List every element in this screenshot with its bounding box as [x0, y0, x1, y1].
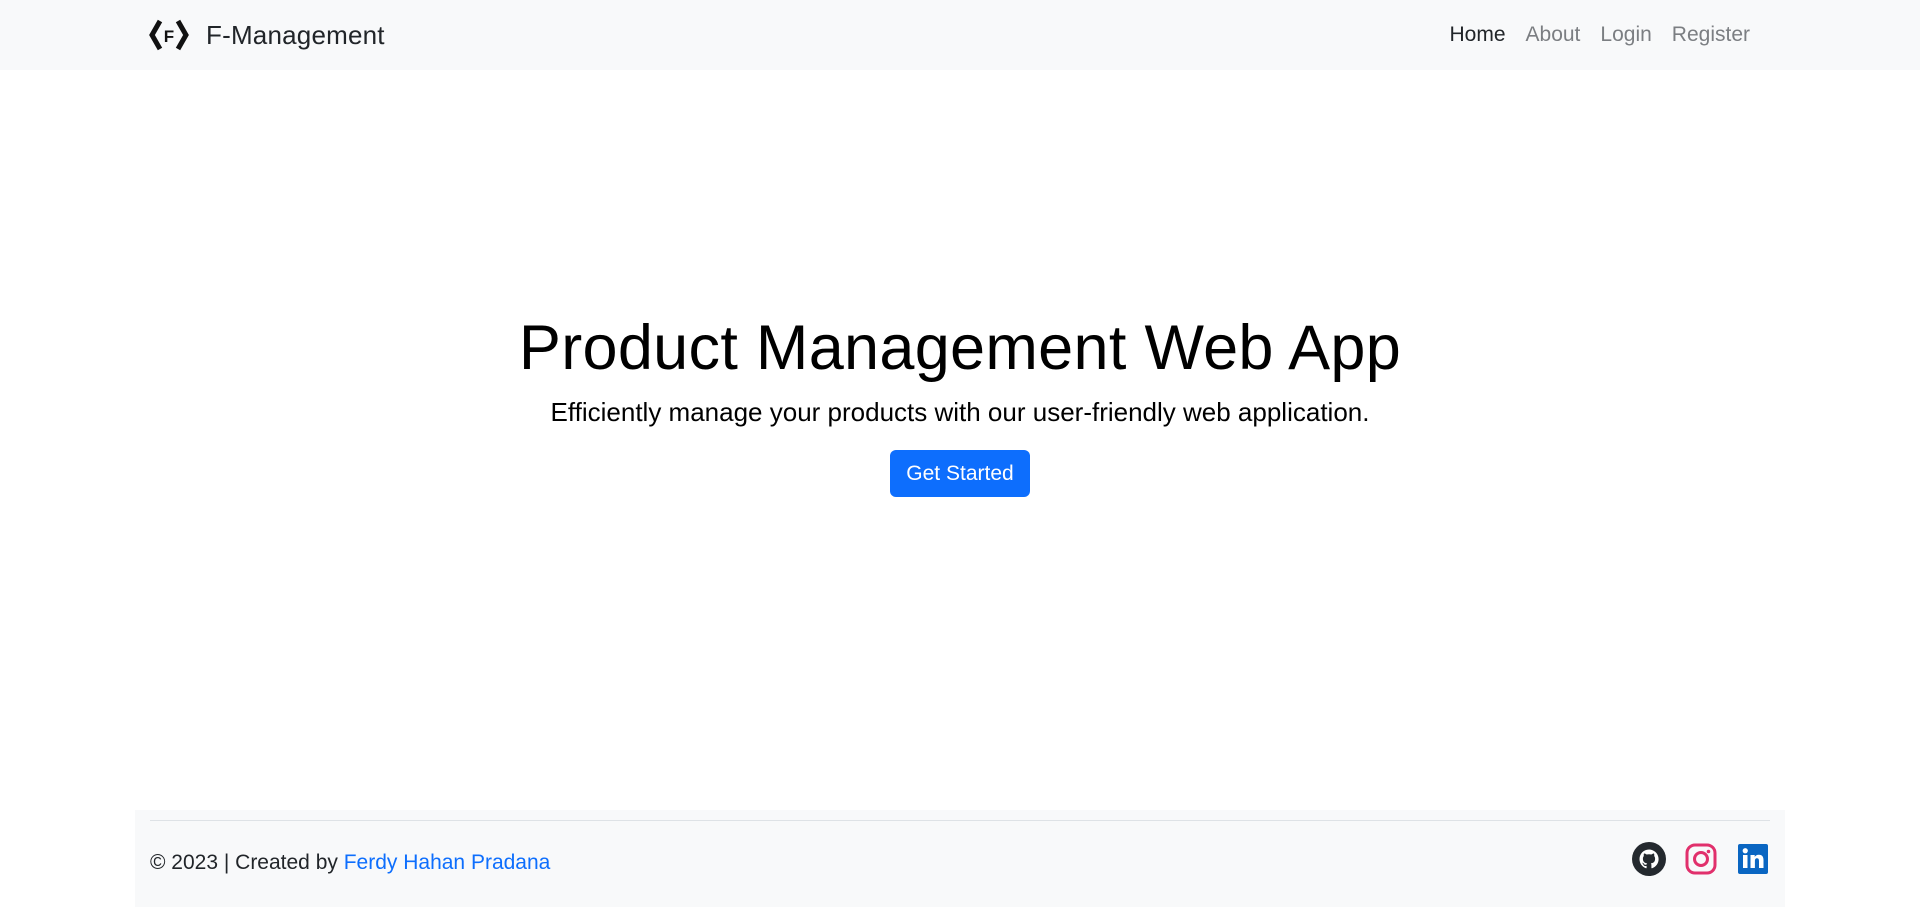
github-icon [1632, 842, 1666, 876]
brand-logo-icon: F [149, 19, 189, 51]
linkedin-icon [1738, 844, 1768, 874]
github-link[interactable] [1632, 842, 1666, 876]
get-started-button[interactable]: Get Started [890, 450, 1030, 497]
nav-link-register[interactable]: Register [1662, 23, 1760, 47]
footer-credits: © 2023 | Created by Ferdy Hahan Pradana [150, 848, 550, 878]
nav-link-about[interactable]: About [1516, 23, 1591, 47]
hero-section: Product Management Web App Efficiently m… [0, 310, 1920, 497]
brand-link[interactable]: F F-Management [148, 15, 385, 55]
footer-divider [150, 820, 1770, 821]
copyright-text: © 2023 | Created by [150, 851, 344, 874]
nav-link-login[interactable]: Login [1590, 23, 1661, 47]
hero-title: Product Management Web App [518, 313, 1402, 383]
navbar: F F-Management Home About Login Register [0, 0, 1920, 70]
instagram-link[interactable] [1684, 842, 1718, 876]
instagram-icon [1685, 843, 1717, 875]
nav-item-login: Login [1590, 23, 1661, 47]
svg-text:F: F [164, 27, 174, 46]
social-links [1632, 842, 1770, 876]
linkedin-link[interactable] [1736, 842, 1770, 876]
hero-subtitle: Efficiently manage your products with ou… [550, 397, 1370, 427]
nav-link-home[interactable]: Home [1439, 23, 1515, 47]
nav-item-register: Register [1662, 23, 1760, 47]
brand-name: F-Management [206, 19, 385, 50]
footer: © 2023 | Created by Ferdy Hahan Pradana [135, 810, 1785, 907]
page: F F-Management Home About Login Register… [0, 0, 1920, 907]
nav-item-about: About [1516, 23, 1591, 47]
nav-item-home: Home [1439, 23, 1515, 47]
author-link[interactable]: Ferdy Hahan Pradana [344, 851, 551, 874]
nav-links: Home About Login Register [1439, 0, 1760, 70]
